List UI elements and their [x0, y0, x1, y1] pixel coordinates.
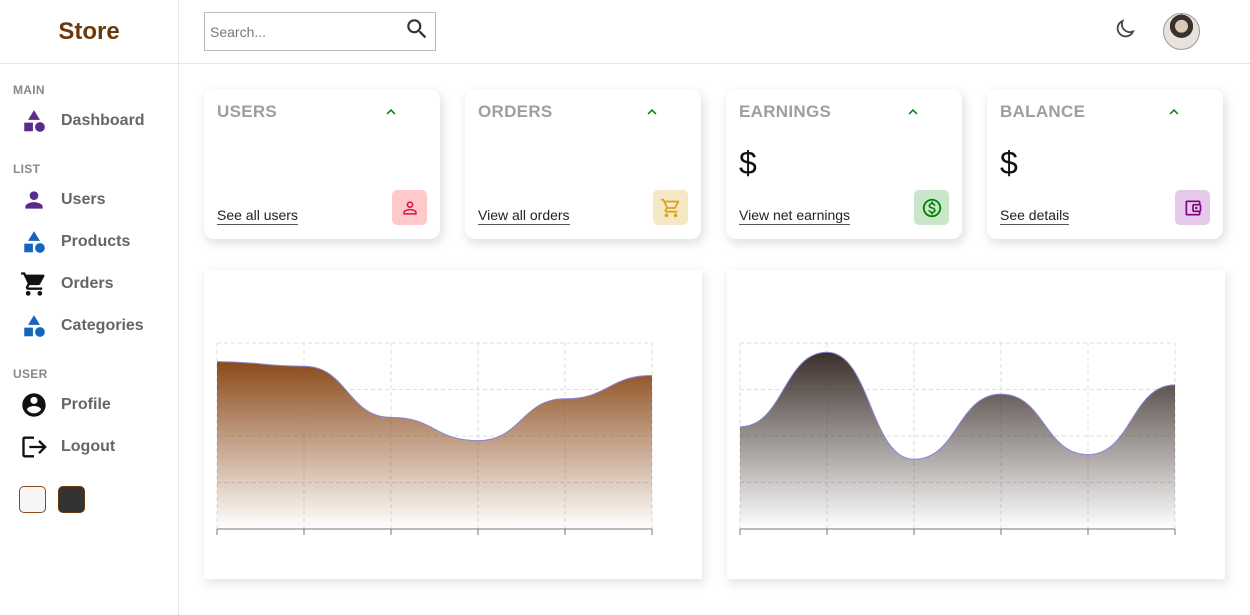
- person-icon: [20, 186, 48, 214]
- see-details-link[interactable]: See details: [1000, 207, 1070, 225]
- dashboard-icon: [20, 107, 48, 135]
- widgets-row: USERS See all users ORDERS View all orde…: [179, 64, 1250, 239]
- area-chart-1: [204, 270, 702, 579]
- brand-logo[interactable]: Store: [0, 0, 178, 64]
- chevron-up-icon: [904, 103, 922, 126]
- section-title-main: MAIN: [13, 83, 45, 97]
- theme-light-button[interactable]: [19, 486, 46, 513]
- view-all-orders-link[interactable]: View all orders: [478, 207, 570, 225]
- avatar[interactable]: [1163, 13, 1200, 50]
- sidebar-item-dashboard[interactable]: Dashboard: [0, 100, 178, 142]
- wallet-icon: [1175, 190, 1210, 225]
- dollar-icon: [914, 190, 949, 225]
- search-box: [204, 12, 436, 51]
- theme-dark-button[interactable]: [58, 486, 85, 513]
- widget-balance: BALANCE $ See details: [987, 89, 1223, 239]
- account-circle-icon: [20, 391, 48, 419]
- search-input[interactable]: [210, 23, 404, 40]
- sidebar-item-orders[interactable]: Orders: [0, 263, 178, 305]
- section-title-list: LIST: [13, 162, 41, 176]
- sidebar-item-label: Users: [61, 191, 106, 208]
- view-net-earnings-link[interactable]: View net earnings: [739, 207, 851, 225]
- sidebar-item-label: Dashboard: [61, 112, 145, 129]
- sidebar-item-label: Orders: [61, 275, 114, 292]
- search-icon[interactable]: [404, 16, 430, 47]
- see-all-users-link[interactable]: See all users: [217, 207, 298, 225]
- brand-name: Store: [58, 17, 120, 45]
- widget-users: USERS See all users: [204, 89, 440, 239]
- person-outline-icon: [392, 190, 427, 225]
- category-icon: [20, 312, 48, 340]
- sidebar-item-profile[interactable]: Profile: [0, 384, 178, 426]
- widget-value: $: [739, 145, 757, 181]
- widget-orders: ORDERS View all orders: [465, 89, 701, 239]
- sidebar: Store MAIN Dashboard LIST Users Products: [0, 0, 179, 615]
- area-chart-2: [727, 270, 1225, 579]
- chevron-up-icon: [1165, 103, 1183, 126]
- sidebar-item-label: Logout: [61, 438, 116, 455]
- topbar: [179, 0, 1250, 64]
- theme-switcher: [19, 486, 178, 513]
- sidebar-item-label: Profile: [61, 396, 111, 413]
- category-icon: [20, 228, 48, 256]
- widget-value: $: [1000, 145, 1018, 181]
- sidebar-item-logout[interactable]: Logout: [0, 426, 178, 468]
- sidebar-item-label: Products: [61, 233, 131, 250]
- chart-svg: [739, 342, 1176, 535]
- charts-row: [179, 239, 1250, 579]
- shopping-cart-icon: [653, 190, 688, 225]
- sidebar-item-label: Categories: [61, 317, 144, 334]
- widget-earnings: EARNINGS $ View net earnings: [726, 89, 962, 239]
- area-fill: [740, 352, 1175, 529]
- area-fill: [217, 361, 652, 529]
- chart-svg: [216, 342, 653, 535]
- sidebar-item-products[interactable]: Products: [0, 221, 178, 263]
- main-content: USERS See all users ORDERS View all orde…: [179, 0, 1250, 615]
- section-title-user: USER: [13, 367, 48, 381]
- sidebar-item-categories[interactable]: Categories: [0, 305, 178, 347]
- cart-icon: [20, 270, 48, 298]
- topbar-actions: [1113, 13, 1200, 50]
- sidebar-item-users[interactable]: Users: [0, 179, 178, 221]
- logout-icon: [20, 433, 48, 461]
- chevron-up-icon: [643, 103, 661, 126]
- chevron-up-icon: [382, 103, 400, 126]
- dark-mode-icon[interactable]: [1113, 17, 1137, 46]
